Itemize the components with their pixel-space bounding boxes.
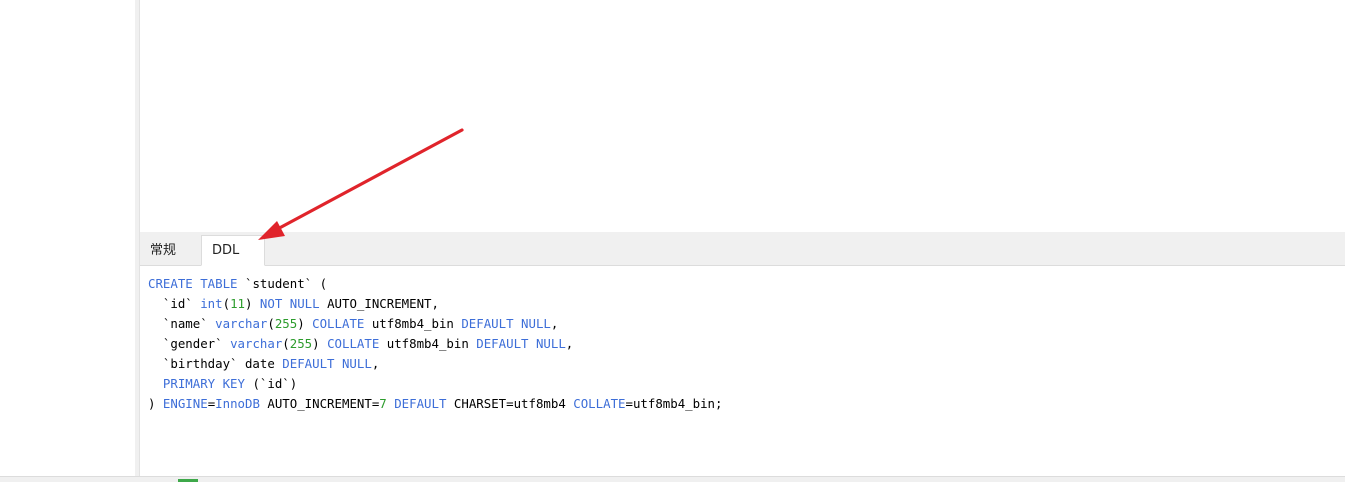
code-text: `id` <box>148 296 201 311</box>
code-text: `birthday` date <box>148 356 283 371</box>
code-text: CHARSET=utf8mb4 <box>446 396 574 411</box>
designer-area <box>140 0 1345 232</box>
code-text: AUTO_INCREMENT, <box>319 296 439 311</box>
code-keyword: varchar <box>215 316 268 331</box>
tab-general[interactable]: 常规 <box>140 236 200 266</box>
code-text: ) <box>245 296 260 311</box>
code-keyword: NOT NULL <box>259 296 320 311</box>
code-keyword: PRIMARY KEY <box>162 376 245 391</box>
code-number: 255 <box>289 336 313 351</box>
code-text: `gender` <box>148 336 231 351</box>
code-text: utf8mb4_bin <box>379 336 477 351</box>
code-text: `student` ( <box>237 276 328 291</box>
code-text: ) <box>312 336 328 351</box>
ddl-line-2: `id` int(11) NOT NULL AUTO_INCREMENT, <box>148 296 439 311</box>
code-keyword: DEFAULT NULL <box>461 316 551 331</box>
code-keyword: DEFAULT <box>394 396 447 411</box>
code-keyword: DEFAULT NULL <box>476 336 566 351</box>
code-keyword: CREATE TABLE <box>148 276 238 291</box>
code-number: 255 <box>274 316 298 331</box>
code-text: ( <box>282 336 290 351</box>
code-text: (`id`) <box>244 376 298 391</box>
code-keyword: int <box>200 296 223 311</box>
code-text: , <box>565 336 574 351</box>
code-text: , <box>371 356 380 371</box>
code-text: ) <box>297 316 313 331</box>
code-number: 7 <box>379 396 387 411</box>
code-text: utf8mb4_bin <box>364 316 462 331</box>
ddl-line-6: PRIMARY KEY (`id`) <box>148 376 297 391</box>
code-keyword: COLLATE <box>327 336 380 351</box>
code-text: ) <box>148 396 163 411</box>
code-text: =utf8mb4_bin; <box>625 396 723 411</box>
code-text: `name` <box>148 316 216 331</box>
code-text: ( <box>267 316 275 331</box>
ddl-line-4: `gender` varchar(255) COLLATE utf8mb4_bi… <box>148 336 573 351</box>
code-text: , <box>550 316 559 331</box>
ddl-line-3: `name` varchar(255) COLLATE utf8mb4_bin … <box>148 316 558 331</box>
tab-bar: 常规 DDL <box>140 232 1345 266</box>
code-number: 11 <box>230 296 245 311</box>
ddl-code[interactable]: CREATE TABLE `student` ( `id` int(11) NO… <box>148 274 722 414</box>
bottom-status-bar <box>0 476 1345 482</box>
code-keyword: varchar <box>230 336 283 351</box>
tab-ddl[interactable]: DDL <box>201 235 265 266</box>
code-keyword: InnoDB <box>215 396 260 411</box>
ddl-line-1: CREATE TABLE `student` ( <box>148 276 327 291</box>
code-text: ( <box>222 296 231 311</box>
code-text: AUTO_INCREMENT= <box>259 396 380 411</box>
ddl-line-7: ) ENGINE=InnoDB AUTO_INCREMENT=7 DEFAULT… <box>148 396 722 411</box>
code-keyword: COLLATE <box>573 396 626 411</box>
code-keyword: DEFAULT NULL <box>282 356 372 371</box>
code-keyword: ENGINE <box>162 396 208 411</box>
ddl-line-5: `birthday` date DEFAULT NULL, <box>148 356 379 371</box>
left-pane <box>0 0 135 476</box>
code-keyword: COLLATE <box>312 316 365 331</box>
